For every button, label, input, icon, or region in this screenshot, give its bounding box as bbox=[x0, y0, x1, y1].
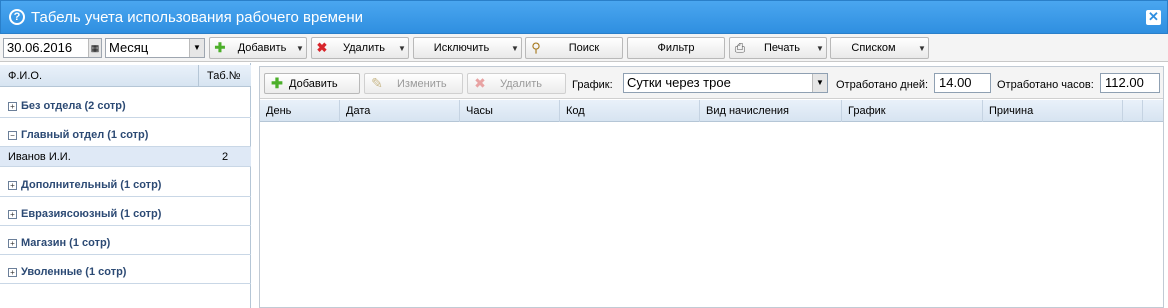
department-tree-panel: Ф.И.О. Таб.№ + Без отдела (2 сотр) − Главн… bbox=[0, 63, 251, 308]
tree-group[interactable]: − Главный отдел (1 сотр) bbox=[0, 121, 251, 147]
tree-group-label: Евразиясоюзный (1 сотр) bbox=[21, 208, 162, 220]
expand-icon[interactable]: + bbox=[8, 102, 17, 111]
printer-icon: ⎙ bbox=[734, 40, 746, 55]
tree-group-label: Магазин (1 сотр) bbox=[21, 237, 111, 249]
tree-group[interactable]: + Евразиясоюзный (1 сотр) bbox=[0, 200, 251, 226]
calendar-icon[interactable]: ▦ bbox=[88, 39, 101, 57]
column-header-day[interactable]: День bbox=[260, 100, 340, 122]
column-header-accrual-type[interactable]: Вид начисления bbox=[700, 100, 842, 122]
column-header-name[interactable]: Ф.И.О. bbox=[8, 70, 42, 82]
dropdown-arrow-icon[interactable]: ▼ bbox=[509, 44, 521, 53]
expand-icon[interactable]: + bbox=[8, 268, 17, 277]
employee-tab-number: 2 bbox=[222, 151, 229, 163]
expand-icon[interactable]: + bbox=[8, 181, 17, 190]
tree-group[interactable]: + Магазин (1 сотр) bbox=[0, 229, 251, 255]
chevron-down-icon[interactable]: ▼ bbox=[812, 74, 827, 92]
schedule-label: График: bbox=[572, 79, 613, 91]
dropdown-arrow-icon[interactable]: ▼ bbox=[814, 44, 826, 53]
expand-icon[interactable]: + bbox=[8, 239, 17, 248]
schedule-select-value: Сутки через трое bbox=[627, 75, 731, 90]
delete-x-icon: ✖ bbox=[474, 75, 486, 91]
column-header-extra bbox=[1123, 100, 1143, 122]
hours-worked-field[interactable]: 112.00 bbox=[1100, 73, 1160, 93]
window-titlebar: ? Табель учета использования рабочего вр… bbox=[0, 0, 1168, 34]
column-header-code[interactable]: Код bbox=[560, 100, 700, 122]
detail-edit-button[interactable]: ✎ Изменить bbox=[364, 73, 463, 94]
schedule-select[interactable]: Сутки через трое ▼ bbox=[623, 73, 828, 93]
detail-edit-label: Изменить bbox=[397, 77, 447, 90]
tree-group-label: Без отдела (2 сотр) bbox=[21, 100, 126, 112]
detail-toolbar: ✚ Добавить ✎ Изменить ✖ Удалить График: … bbox=[260, 67, 1163, 99]
tree-group-label: Уволенные (1 сотр) bbox=[21, 266, 127, 278]
timesheet-grid-header: День Дата Часы Код Вид начисления График… bbox=[260, 100, 1163, 122]
dropdown-arrow-icon[interactable]: ▼ bbox=[294, 44, 306, 53]
dropdown-arrow-icon[interactable]: ▼ bbox=[396, 44, 408, 53]
employee-name: Иванов И.И. bbox=[8, 151, 71, 163]
main-toolbar: 30.06.2016 ▦ Месяц ▼ ✚ Добавить ▼ ✖ Удал… bbox=[0, 34, 1168, 62]
delete-button[interactable]: ✖ Удалить ▼ bbox=[311, 37, 409, 59]
employee-row[interactable]: Иванов И.И. 2 bbox=[0, 147, 251, 167]
search-icon: ⚲ bbox=[531, 40, 541, 55]
list-view-button-label: Списком bbox=[851, 42, 896, 54]
tree-group[interactable]: + Уволенные (1 сотр) bbox=[0, 258, 251, 284]
dropdown-arrow-icon[interactable]: ▼ bbox=[916, 44, 928, 53]
close-icon[interactable]: ✕ bbox=[1146, 10, 1161, 25]
filter-button[interactable]: Фильтр bbox=[627, 37, 725, 59]
period-select-value: Месяц bbox=[109, 40, 149, 55]
tree-group-label: Главный отдел (1 сотр) bbox=[21, 129, 149, 141]
delete-x-icon: ✖ bbox=[316, 40, 328, 55]
detail-delete-label: Удалить bbox=[500, 77, 542, 90]
detail-delete-button[interactable]: ✖ Удалить bbox=[467, 73, 566, 94]
chevron-down-icon[interactable]: ▼ bbox=[189, 39, 204, 57]
plus-icon: ✚ bbox=[214, 40, 226, 55]
search-button-label: Поиск bbox=[568, 42, 600, 54]
exclude-button[interactable]: Исключить ▼ bbox=[413, 37, 522, 59]
collapse-icon[interactable]: − bbox=[8, 131, 17, 140]
column-header-date[interactable]: Дата bbox=[340, 100, 460, 122]
print-button[interactable]: ⎙ Печать ▼ bbox=[729, 37, 827, 59]
tree-group[interactable]: + Без отдела (2 сотр) bbox=[0, 92, 251, 118]
expand-icon[interactable]: + bbox=[8, 210, 17, 219]
column-header-tab-number[interactable]: Таб.№ bbox=[198, 65, 251, 87]
plus-icon: ✚ bbox=[271, 75, 283, 91]
tree-group-label: Дополнительный (1 сотр) bbox=[21, 179, 162, 191]
add-button-label: Добавить bbox=[237, 42, 287, 54]
filter-button-label: Фильтр bbox=[657, 42, 695, 54]
hours-worked-label: Отработано часов: bbox=[997, 79, 1094, 91]
period-select[interactable]: Месяц ▼ bbox=[105, 38, 205, 58]
column-header-hours[interactable]: Часы bbox=[460, 100, 560, 122]
exclude-button-label: Исключить bbox=[433, 42, 490, 54]
column-header-schedule[interactable]: График bbox=[842, 100, 983, 122]
panel-splitter[interactable] bbox=[251, 63, 259, 308]
add-button[interactable]: ✚ Добавить ▼ bbox=[209, 37, 307, 59]
help-icon[interactable]: ? bbox=[9, 9, 25, 25]
tree-group[interactable]: + Дополнительный (1 сотр) bbox=[0, 171, 251, 197]
delete-button-label: Удалить bbox=[343, 42, 385, 54]
days-worked-label: Отработано дней: bbox=[836, 79, 929, 91]
window-title: Табель учета использования рабочего врем… bbox=[31, 9, 363, 26]
column-header-reason[interactable]: Причина bbox=[983, 100, 1123, 122]
list-view-button[interactable]: Списком ▼ bbox=[830, 37, 929, 59]
edit-icon: ✎ bbox=[371, 75, 383, 91]
timesheet-detail-panel: ✚ Добавить ✎ Изменить ✖ Удалить График: … bbox=[259, 66, 1164, 308]
detail-add-button[interactable]: ✚ Добавить bbox=[264, 73, 360, 94]
print-button-label: Печать bbox=[763, 42, 801, 54]
days-worked-field[interactable]: 14.00 bbox=[934, 73, 991, 93]
search-button[interactable]: ⚲ Поиск bbox=[525, 37, 623, 59]
tree-header: Ф.И.О. Таб.№ bbox=[0, 65, 251, 87]
detail-add-label: Добавить bbox=[289, 77, 338, 90]
